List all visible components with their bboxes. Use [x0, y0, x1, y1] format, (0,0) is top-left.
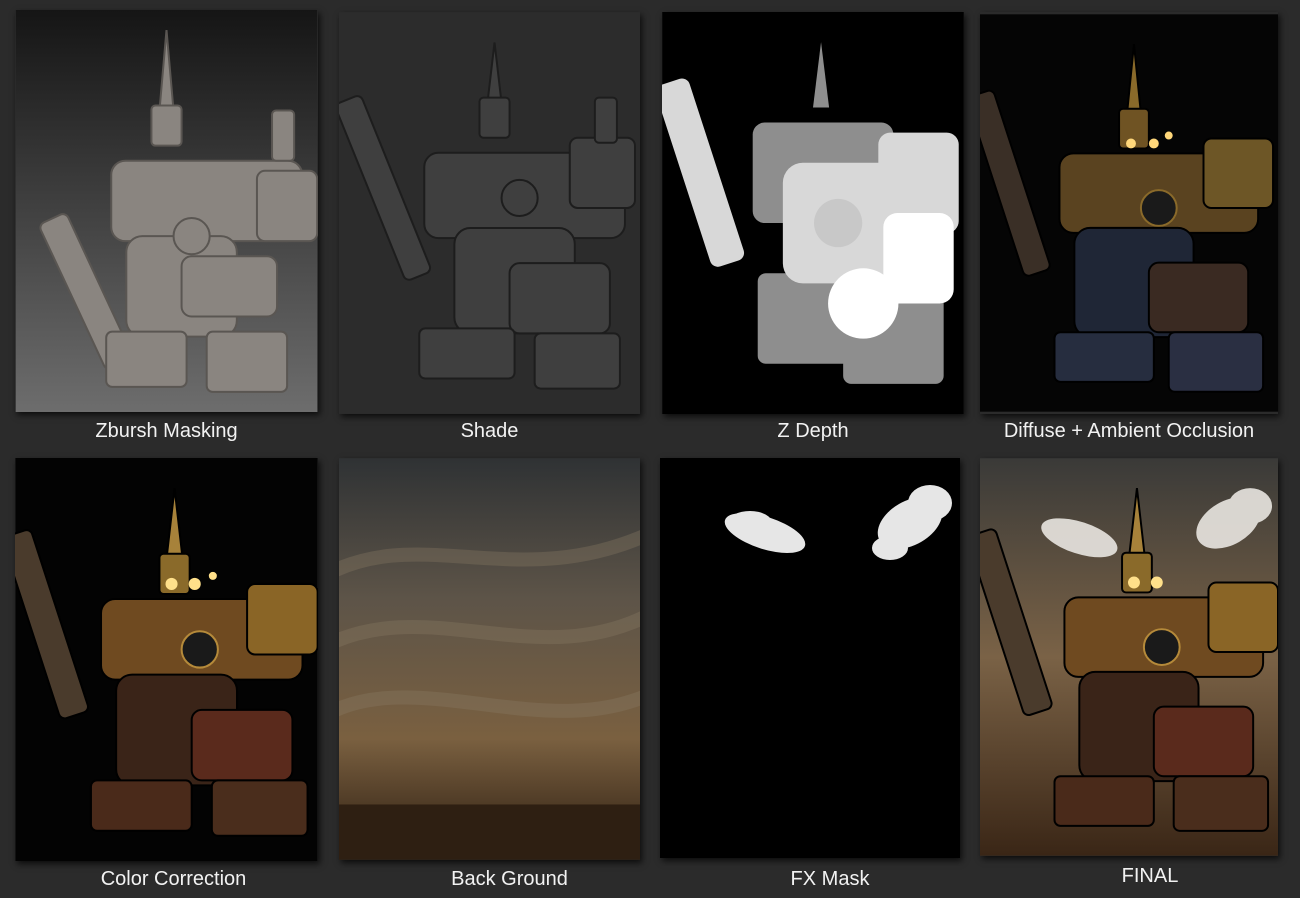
panel-zbrush-masking	[15, 10, 318, 412]
final-composite-image	[980, 458, 1278, 856]
caption-z-depth: Z Depth	[777, 420, 849, 442]
dusty-sky-image	[339, 458, 640, 860]
caption-diffuse-ambient-occlusion: Diffuse + Ambient Occlusion	[1003, 420, 1255, 442]
caption-shade: Shade	[460, 420, 519, 442]
render-pass-sheet: Zbursh Masking Shade Z Depth Diffuse + A…	[0, 0, 1300, 898]
clay-sculpt-image	[15, 10, 318, 412]
grey-shade-image	[339, 12, 640, 414]
panel-fx-mask	[660, 458, 960, 858]
fx-mask-image	[660, 458, 960, 858]
z-depth-image	[662, 12, 964, 414]
color-correction-image	[15, 458, 318, 861]
panel-background	[339, 458, 640, 860]
panel-color-correction	[15, 458, 318, 861]
caption-color-correction: Color Correction	[100, 868, 247, 890]
diffuse-ao-image	[980, 14, 1278, 412]
caption-fx-mask: FX Mask	[790, 868, 870, 890]
caption-zbrush-masking: Zbursh Masking	[95, 420, 238, 442]
caption-final: FINAL	[1121, 865, 1179, 887]
panel-shade	[339, 12, 640, 414]
panel-final	[980, 458, 1278, 856]
panel-diffuse-ambient-occlusion	[980, 12, 1278, 414]
panel-z-depth	[662, 12, 964, 414]
caption-background: Back Ground	[451, 868, 568, 890]
